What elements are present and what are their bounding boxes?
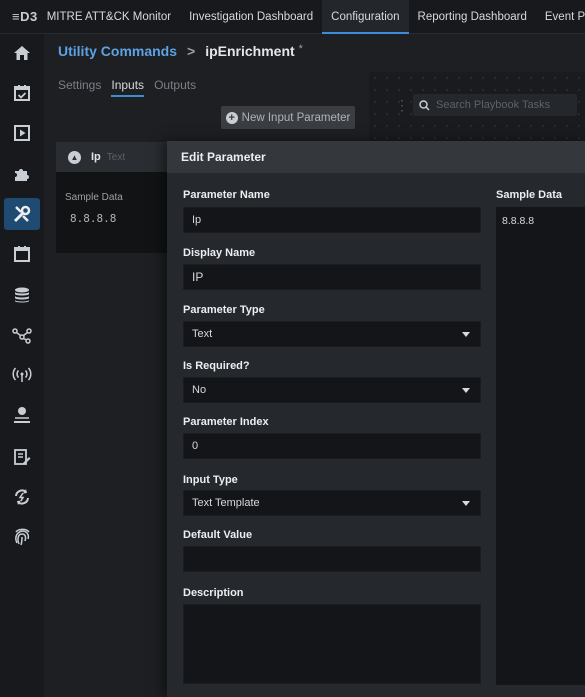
- search-icon: [419, 99, 430, 111]
- breadcrumb-separator: >: [187, 43, 196, 59]
- param-type-label: Parameter Type: [183, 304, 265, 316]
- input-type-select[interactable]: Text Template: [183, 490, 481, 516]
- sample-data-label: Sample Data: [496, 189, 563, 201]
- is-required-label: Is Required?: [183, 360, 250, 372]
- param-type-select[interactable]: Text: [183, 321, 481, 347]
- breadcrumb: Utility Commands > ipEnrichment *: [58, 43, 303, 59]
- document-edit-icon[interactable]: [11, 446, 33, 468]
- nav-tab-configuration[interactable]: Configuration: [322, 0, 409, 34]
- default-value-input[interactable]: [183, 546, 481, 572]
- top-nav: ≡D3 MITRE ATT&CK Monitor Investigation D…: [0, 0, 585, 34]
- description-label: Description: [183, 587, 244, 599]
- input-type-label: Input Type: [183, 474, 238, 486]
- user-settings-icon[interactable]: [11, 404, 33, 426]
- search-placeholder: Search Playbook Tasks: [436, 99, 551, 111]
- param-name-input[interactable]: Ip: [183, 207, 481, 233]
- new-input-parameter-label: New Input Parameter: [241, 111, 351, 124]
- tab-inputs[interactable]: Inputs: [111, 78, 145, 97]
- database-icon[interactable]: [11, 284, 33, 306]
- chevron-up-icon[interactable]: ▲: [68, 150, 81, 164]
- param-card-sample-label: Sample Data: [65, 192, 123, 203]
- nav-tab-event-play[interactable]: Event Play: [536, 0, 585, 34]
- sample-data-editor[interactable]: 8.8.8.8: [496, 207, 585, 685]
- tools-icon[interactable]: [4, 198, 40, 230]
- unsaved-marker: *: [298, 43, 303, 55]
- display-name-input[interactable]: IP: [183, 264, 481, 290]
- home-icon[interactable]: [11, 42, 33, 64]
- app-logo[interactable]: ≡D3: [0, 9, 38, 24]
- default-value-label: Default Value: [183, 529, 253, 541]
- panel-title: Edit Parameter: [167, 141, 585, 173]
- sync-bolt-icon[interactable]: [11, 486, 33, 508]
- display-name-label: Display Name: [183, 247, 256, 259]
- param-card[interactable]: ▲ Ip Text Sample Data 8.8.8.8: [56, 142, 170, 253]
- param-card-name: Ip: [91, 151, 101, 163]
- param-name-label: Parameter Name: [183, 189, 270, 201]
- tab-settings[interactable]: Settings: [58, 78, 101, 97]
- sub-tabs: Settings Inputs Outputs: [58, 78, 206, 97]
- nav-tab-reporting-dashboard[interactable]: Reporting Dashboard: [409, 0, 536, 34]
- plus-circle-icon: +: [225, 111, 238, 124]
- calendar-check-icon[interactable]: [11, 82, 33, 104]
- is-required-select[interactable]: No: [183, 377, 481, 403]
- nav-tab-investigation-dashboard[interactable]: Investigation Dashboard: [180, 0, 322, 34]
- nav-tab-mitre[interactable]: MITRE ATT&CK Monitor: [38, 0, 180, 34]
- fingerprint-icon[interactable]: [11, 526, 33, 548]
- description-textarea[interactable]: [183, 604, 481, 684]
- search-playbook-tasks-input[interactable]: Search Playbook Tasks: [413, 94, 577, 116]
- new-input-parameter-button[interactable]: + New Input Parameter: [221, 106, 355, 129]
- edit-parameter-panel: Edit Parameter Parameter Name Ip Display…: [167, 141, 585, 697]
- puzzle-icon[interactable]: [11, 163, 33, 185]
- breadcrumb-current: ipEnrichment: [205, 43, 295, 59]
- param-card-type: Text: [106, 151, 126, 163]
- tab-outputs[interactable]: Outputs: [154, 78, 196, 97]
- param-card-header[interactable]: ▲ Ip Text: [56, 142, 170, 172]
- param-card-sample-value: 8.8.8.8: [70, 212, 117, 225]
- param-index-label: Parameter Index: [183, 416, 269, 428]
- breadcrumb-parent-link[interactable]: Utility Commands: [58, 43, 177, 59]
- sidebar: [0, 34, 44, 697]
- calendar-icon[interactable]: [11, 243, 33, 265]
- play-square-icon[interactable]: [11, 122, 33, 144]
- share-nodes-icon[interactable]: [11, 324, 33, 346]
- param-index-input[interactable]: 0: [183, 433, 481, 459]
- broadcast-icon[interactable]: [11, 364, 33, 386]
